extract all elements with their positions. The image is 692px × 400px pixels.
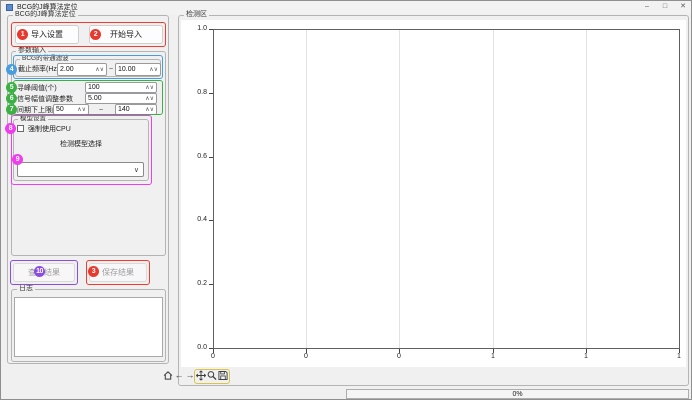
x-tick-label: 1 [673,353,685,361]
interval-high-spinbox[interactable]: 140 ∧∨ [115,104,157,115]
amplitude-param-spinbox[interactable]: 5.00 ∧∨ [85,93,157,104]
annotation-step-9: 9 [12,154,23,165]
home-icon[interactable] [163,369,173,382]
forward-icon[interactable]: → [185,369,195,382]
annotation-step-6: 6 [6,93,17,104]
x-tick-label: 1 [580,353,592,361]
app-icon [6,4,13,11]
maximize-button[interactable]: □ [657,1,673,13]
force-cpu-checkbox-label: 强制使用CPU [28,125,71,134]
annotation-step-1: 1 [17,29,28,40]
close-button[interactable]: ✕ [675,1,691,13]
cutoff-low-spinbox[interactable]: 2.00 ∧∨ [57,63,107,76]
spin-updown-icon[interactable]: ∧∨ [145,106,154,113]
model-select-combobox[interactable]: ∨ [17,162,144,177]
spin-updown-icon[interactable]: ∧∨ [95,66,104,73]
gridline [493,30,494,348]
gridline [399,30,400,348]
param-input-group-title: 参数输入 [16,47,48,55]
amplitude-param-value: 5.00 [88,95,102,102]
annotation-step-5: 5 [6,82,17,93]
y-tick-label: 0.6 [191,153,207,161]
application-window: BCG的J峰算法定位 – □ ✕ BCG的J峰算法定位 导入设置 开始导入 参数… [0,0,692,400]
annotation-step-10: 10 [34,266,45,277]
gridline [306,30,307,348]
chevron-down-icon: ∨ [134,166,139,174]
gridline [586,30,587,348]
spin-updown-icon[interactable]: ∧∨ [145,84,154,91]
annotation-step-8: 8 [5,123,16,134]
bandpass-group-title: BCG的带通滤波 [20,55,71,63]
range-tilde: ~ [99,106,103,115]
spin-updown-icon[interactable]: ∧∨ [145,95,154,102]
progress-value: 0% [512,391,522,398]
annotation-step-2: 2 [90,29,101,40]
x-tick-label: 0 [207,353,219,361]
x-tick-label: 0 [393,353,405,361]
range-tilde: ~ [109,65,113,74]
left-group-title: BCG的J峰算法定位 [13,11,78,19]
plot-axes[interactable] [213,29,680,349]
y-tick [209,93,213,94]
interval-low-value: 50 [56,106,64,113]
zoom-icon[interactable] [207,369,217,382]
peak-threshold-label: 寻峰阈值(个) [17,84,57,93]
annotation-step-3: 3 [88,266,99,277]
x-tick-label: 1 [487,353,499,361]
progress-bar: 0% [346,389,689,399]
interval-low-spinbox[interactable]: 50 ∧∨ [53,104,89,115]
y-tick-label: 0.0 [191,344,207,352]
minimize-button[interactable]: – [639,1,655,13]
detection-group-title: 检测区 [184,11,209,19]
model-settings-group-title: 模型设置 [18,115,48,123]
y-tick-label: 1.0 [191,25,207,33]
cutoff-frequency-label: 截止频率(Hz): [18,65,61,74]
spin-updown-icon[interactable]: ∧∨ [77,106,86,113]
cutoff-low-value: 2.00 [60,66,74,73]
peak-threshold-value: 100 [88,84,100,91]
interval-high-value: 140 [118,106,130,113]
spin-updown-icon[interactable]: ∧∨ [149,66,158,73]
y-tick-label: 0.4 [191,216,207,224]
back-icon[interactable]: ← [174,369,184,382]
force-cpu-checkbox[interactable] [17,125,24,132]
x-tick-label: 0 [300,353,312,361]
save-icon[interactable] [218,369,228,382]
y-tick-label: 0.2 [191,280,207,288]
y-tick [209,284,213,285]
log-text-area[interactable] [14,297,163,357]
cutoff-high-value: 10.00 [118,66,136,73]
title-bar: BCG的J峰算法定位 – □ ✕ [1,1,692,14]
y-tick [209,157,213,158]
y-tick [209,29,213,30]
log-group-title: 日志 [17,285,35,293]
peak-threshold-spinbox[interactable]: 100 ∧∨ [85,82,157,93]
amplitude-param-label: 信号幅值调整参数 [17,95,73,104]
annotation-step-7: 7 [6,104,17,115]
model-select-label: 检测模型选择 [13,140,149,149]
pan-icon[interactable] [196,369,206,382]
y-tick [209,220,213,221]
y-tick-label: 0.8 [191,89,207,97]
cutoff-high-spinbox[interactable]: 10.00 ∧∨ [115,63,161,76]
annotation-step-4: 4 [6,64,17,75]
